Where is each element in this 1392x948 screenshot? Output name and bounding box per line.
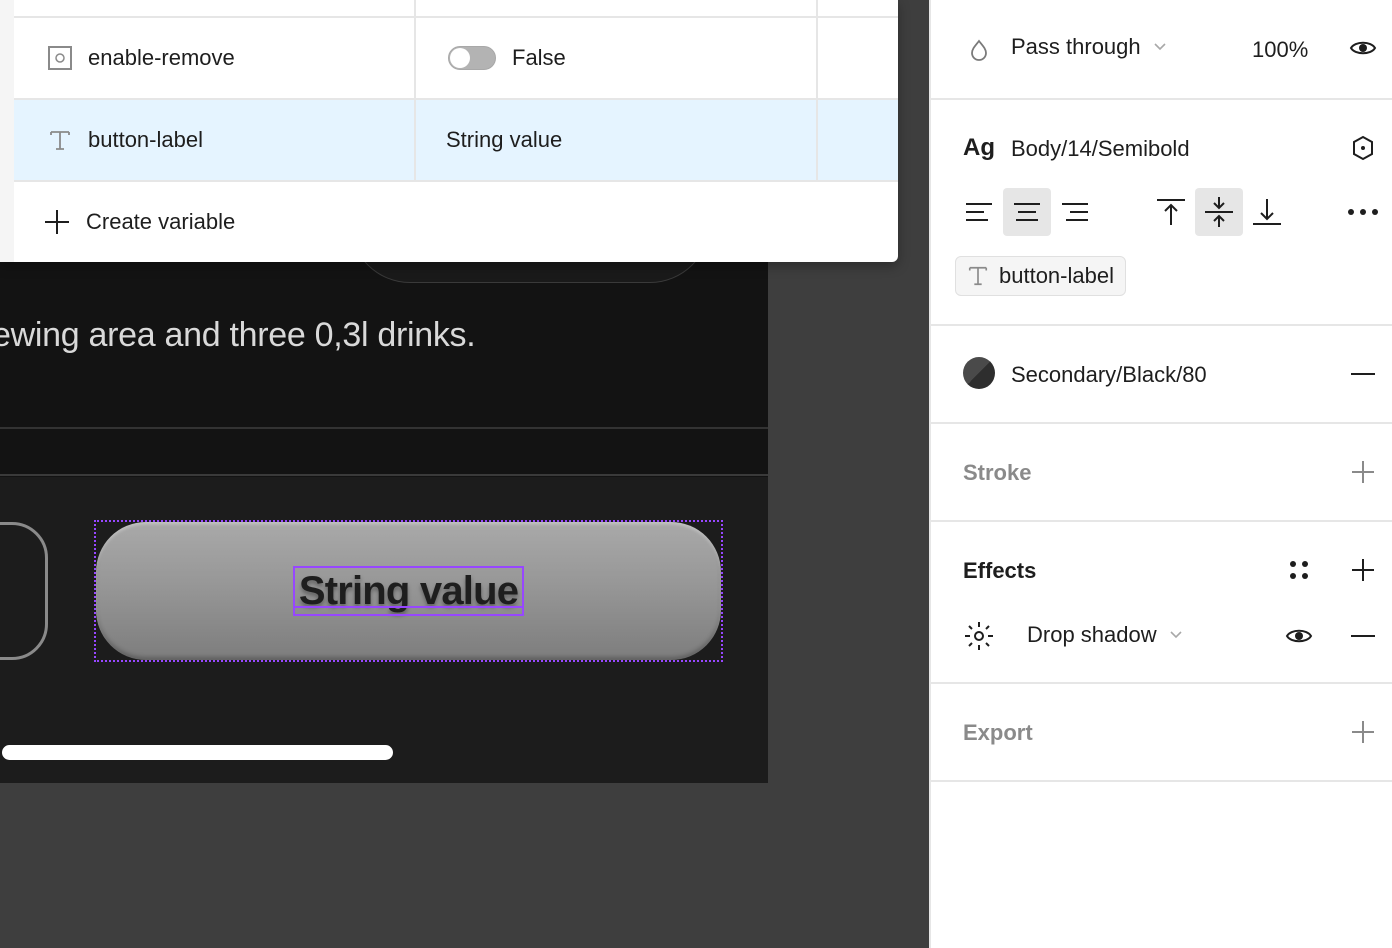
table-row-partial: [14, 0, 898, 18]
effects-title: Effects: [963, 558, 1037, 583]
add-export-plus-icon[interactable]: [1351, 720, 1375, 744]
align-middle-button[interactable]: [1195, 188, 1243, 236]
frame-body-text: ewing area and three 0,3l drinks.: [0, 316, 476, 354]
variable-row-button-label[interactable]: button-label String value: [14, 100, 898, 182]
primary-button-label[interactable]: String value: [299, 569, 519, 614]
popover-left-strip: [0, 0, 14, 262]
create-variable-button[interactable]: Create variable: [44, 200, 235, 244]
remove-fill-minus-icon[interactable]: [1351, 372, 1375, 376]
design-canvas[interactable]: ewing area and three 0,3l drinks. String…: [0, 0, 929, 948]
variable-row-enable-remove[interactable]: enable-remove False: [14, 18, 898, 100]
home-indicator: [2, 745, 393, 760]
bound-variable-name: button-label: [999, 263, 1114, 288]
layer-section: Pass through 100%: [931, 0, 1392, 100]
align-right-button[interactable]: [1051, 188, 1099, 236]
align-middle-icon: [1205, 197, 1233, 227]
chevron-down-icon: [1153, 42, 1167, 52]
remove-effect-minus-icon[interactable]: [1351, 634, 1375, 638]
export-title: Export: [963, 720, 1033, 745]
align-center-button[interactable]: [1003, 188, 1051, 236]
text-icon: [967, 265, 989, 287]
blend-mode-icon: [969, 38, 989, 62]
effect-type-value: Drop shadow: [1027, 622, 1157, 647]
align-right-icon: [1062, 203, 1088, 221]
variable-name[interactable]: button-label: [88, 127, 203, 153]
blend-mode-value: Pass through: [1011, 34, 1141, 59]
fill-section: Secondary/Black/80: [931, 326, 1392, 424]
align-bottom-button[interactable]: [1243, 188, 1291, 236]
more-options-button[interactable]: [1339, 188, 1387, 236]
blend-mode-dropdown[interactable]: Pass through: [1011, 34, 1167, 60]
export-section: Export: [931, 684, 1392, 782]
align-left-button[interactable]: [955, 188, 1003, 236]
align-top-button[interactable]: [1147, 188, 1195, 236]
properties-panel: Pass through 100% Ag Body/14/Semibold bu…: [929, 0, 1392, 948]
column-divider: [816, 0, 818, 182]
sun-effect-icon[interactable]: [963, 620, 995, 652]
add-effect-plus-icon[interactable]: [1351, 558, 1375, 582]
add-stroke-plus-icon[interactable]: [1351, 460, 1375, 484]
stroke-title: Stroke: [963, 460, 1032, 485]
effects-section: Effects Drop shadow: [931, 522, 1392, 684]
effect-visibility-eye-icon[interactable]: [1285, 624, 1313, 648]
effect-item-drop-shadow: Drop shadow: [931, 614, 1392, 658]
chevron-down-icon: [1169, 630, 1183, 640]
create-variable-label: Create variable: [86, 209, 236, 234]
column-divider: [414, 0, 416, 182]
bound-variable-chip[interactable]: button-label: [955, 256, 1126, 296]
align-top-icon: [1157, 199, 1185, 225]
fill-style-name[interactable]: Secondary/Black/80: [1011, 362, 1207, 388]
frame-divider: [0, 427, 768, 476]
text-style-name[interactable]: Body/14/Semibold: [1011, 136, 1190, 162]
text-icon: [48, 128, 72, 152]
align-bottom-icon: [1253, 199, 1281, 225]
boolean-toggle[interactable]: [448, 46, 496, 70]
fill-color-swatch[interactable]: [963, 357, 995, 389]
variables-popover: enable-remove False button-label String …: [0, 0, 898, 262]
style-hexagon-icon[interactable]: [1351, 135, 1375, 161]
text-section: Ag Body/14/Semibold button-label: [931, 100, 1392, 326]
toggle-knob: [450, 48, 470, 68]
variable-name[interactable]: enable-remove: [88, 45, 235, 71]
align-left-icon: [966, 203, 992, 221]
effect-styles-grid-icon[interactable]: [1288, 559, 1310, 581]
visibility-eye-icon[interactable]: [1349, 36, 1377, 60]
variable-value[interactable]: String value: [446, 127, 562, 153]
more-dots-icon: [1348, 209, 1378, 215]
secondary-button[interactable]: [0, 522, 48, 660]
stroke-section: Stroke: [931, 424, 1392, 522]
boolean-icon: [48, 46, 72, 70]
text-style-prefix: Ag: [963, 134, 995, 161]
align-center-icon: [1014, 203, 1040, 221]
plus-icon: [44, 209, 70, 235]
opacity-input[interactable]: 100%: [1252, 37, 1308, 63]
primary-button[interactable]: String value: [96, 522, 721, 660]
effect-type-dropdown[interactable]: Drop shadow: [1027, 622, 1183, 648]
variable-value[interactable]: False: [512, 45, 566, 71]
